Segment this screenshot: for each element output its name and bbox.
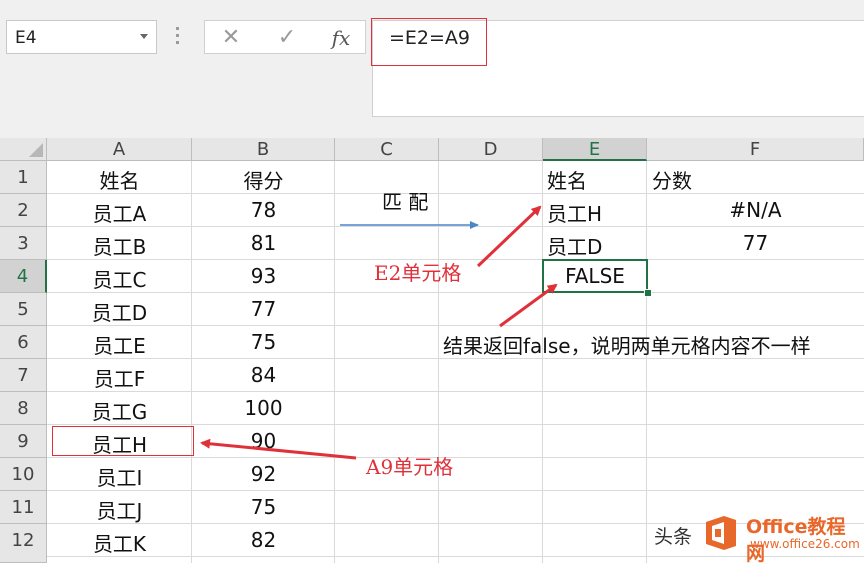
office-logo-icon: [706, 516, 736, 550]
e2-pointer-arrow: [476, 205, 542, 268]
watermark: 头条 Office教程网 www.office26.com: [650, 510, 864, 565]
annotation-arrows: [200, 205, 558, 460]
a9-pointer-arrow: [200, 438, 357, 460]
watermark-toutiao: 头条: [654, 526, 693, 548]
result-pointer-arrow: [499, 283, 558, 328]
watermark-url: www.office26.com: [750, 537, 860, 551]
